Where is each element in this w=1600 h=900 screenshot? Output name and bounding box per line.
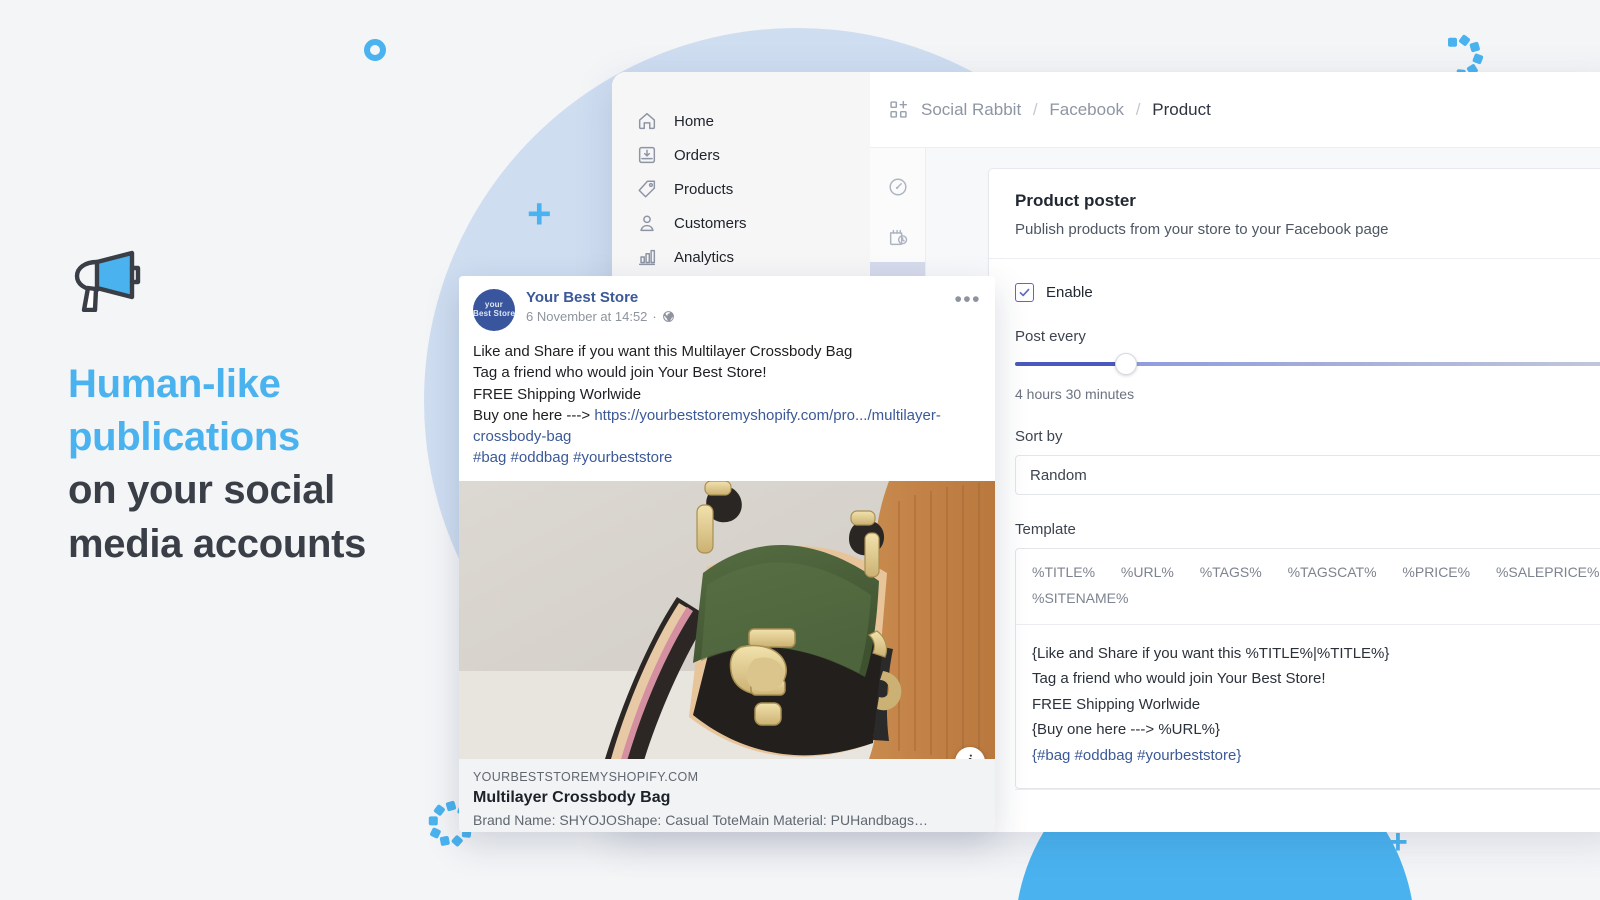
card-title: Product poster [1015,191,1136,210]
template-token[interactable]: %URL% [1121,564,1174,580]
globe-icon [662,310,675,323]
sidebar-item-label: Orders [674,146,720,164]
post-body-line: FREE Shipping Worlwide [473,385,642,403]
facebook-post-preview: your Best Store Your Best Store 6 Novemb… [459,276,995,832]
template-token[interactable]: %TAGSCAT% [1288,564,1377,580]
template-line: {Like and Share if you want this %TITLE%… [1032,644,1390,662]
post-body-line: Like and Share if you want this Multilay… [473,343,853,360]
plus-decoration-middle: + [527,190,552,237]
cta-prefix: Buy one here ---> [473,406,595,424]
sort-by-select[interactable]: Random [1015,455,1600,495]
page-name[interactable]: Your Best Store [526,289,954,306]
template-token[interactable]: %TAGS% [1200,564,1262,580]
headline-dark-line-2: media accounts [68,521,367,566]
template-token[interactable]: %SALEPRICE% [1496,564,1599,580]
headline-accent-line-2: publications [68,415,300,460]
link-preview-card[interactable]: YOURBESTSTOREMYSHOPIFY.COM Multilayer Cr… [459,758,995,832]
enable-label: Enable [1046,284,1093,301]
page-title: Human-like publications on your social m… [68,358,448,571]
home-icon [636,110,658,132]
sidebar-item-orders[interactable]: Orders [612,138,870,172]
template-line: Tag a friend who would join Your Best St… [1032,670,1326,688]
post-body: Like and Share if you want this Multilay… [459,331,995,481]
breadcrumb-bar: Social Rabbit / Facebook / Product [870,72,1600,148]
meta-separator: · [652,309,657,324]
template-line-tags: {#bag #oddbag #yourbeststore} [1032,746,1242,764]
post-identity: Your Best Store 6 November at 14:52 · [526,289,954,324]
breadcrumb-separator: / [1032,99,1038,119]
link-description: Brand Name: SHYOJOShape: Casual ToteMain… [473,811,928,828]
sidebar-item-label: Products [674,180,734,198]
post-timestamp: 6 November at 14:52 [526,309,648,324]
avatar-line-2: Best Store [473,309,516,318]
breadcrumb-item-product: Product [1152,99,1211,119]
breadcrumb-item-social-rabbit[interactable]: Social Rabbit [921,100,1021,119]
post-every-slider[interactable] [1015,352,1600,375]
breadcrumb-separator: / [1135,99,1141,119]
post-every-label: Post every [1015,328,1086,345]
sidebar-item-label: Home [674,112,715,130]
template-token-bar: %TITLE% %URL% %TAGS% %TAGSCAT% %PRICE% %… [1016,549,1600,625]
dashboard-speedometer-icon[interactable] [870,162,925,212]
template-editor: %TITLE% %URL% %TAGS% %TAGSCAT% %PRICE% %… [1015,548,1600,790]
sidebar-item-products[interactable]: Products [612,172,870,206]
post-meta: 6 November at 14:52 · [526,309,954,324]
sidebar-item-analytics[interactable]: Analytics [612,240,870,274]
tag-icon [636,178,658,200]
link-title[interactable]: Multilayer Crossbody Bag [473,789,981,807]
post-hashtags[interactable]: #bag #oddbag #yourbeststore [473,447,981,468]
template-textarea[interactable]: {Like and Share if you want this %TITLE%… [1016,625,1600,789]
ellipsis-icon[interactable]: ••• [954,289,981,310]
product-poster-settings-card: Product poster Publish products from you… [988,168,1600,832]
headline-dark-line-1: on your social [68,468,335,513]
template-token[interactable]: %PRICE% [1402,564,1470,580]
sidebar-item-label: Analytics [674,248,735,266]
breadcrumb-item-facebook[interactable]: Facebook [1049,100,1124,119]
breadcrumb: Social Rabbit / Facebook / Product [921,100,1211,120]
apps-grid-plus-icon [888,99,909,120]
card-header: Product poster Publish products from you… [989,169,1600,259]
product-photo[interactable]: i [459,480,995,759]
card-subtitle: Publish products from your store to your… [1015,221,1389,238]
bar-chart-icon [636,246,658,268]
sidebar-item-home[interactable]: Home [612,104,870,138]
card-footer [1015,789,1600,832]
template-token[interactable]: %TITLE% [1032,564,1095,580]
template-token[interactable]: %SITENAME% [1032,590,1128,606]
promo-screenshot: + + Home Orders Products Customers Analy… [0,0,1600,900]
product-photo-illustration [459,480,995,759]
template-label: Template [1015,521,1076,538]
template-line: FREE Shipping Worlwide [1032,695,1201,713]
slider-knob[interactable] [1114,352,1137,375]
sidebar-item-customers[interactable]: Customers [612,206,870,240]
template-line: {Buy one here ---> %URL%} [1032,721,1221,739]
enable-row[interactable]: Enable [1015,283,1600,302]
ring-decoration [364,39,386,61]
sidebar-item-label: Customers [674,214,747,232]
headline-accent-line-1: Human-like [68,362,281,406]
card-form: Enable Post every 24 hours (m 4 hours 30… [989,259,1600,832]
sort-by-label: Sort by [1015,428,1063,445]
enable-checkbox[interactable] [1015,283,1034,302]
post-every-slider-row[interactable]: 24 hours (m [1015,352,1600,375]
orders-inbox-icon [636,144,658,166]
link-domain: YOURBESTSTOREMYSHOPIFY.COM [473,769,699,784]
settings-column: Product poster Publish products from you… [926,148,1600,832]
sort-by-value: Random [1030,466,1087,484]
person-icon [636,212,658,234]
megaphone-icon [66,250,144,313]
post-body-line: Tag a friend who would join Your Best St… [473,364,767,382]
post-header: your Best Store Your Best Store 6 Novemb… [459,276,995,331]
calendar-clock-icon[interactable] [870,212,925,262]
post-every-value: 4 hours 30 minutes [1015,386,1135,402]
post-body-cta: Buy one here ---> https://yourbeststorem… [473,405,981,448]
avatar[interactable]: your Best Store [473,289,515,331]
